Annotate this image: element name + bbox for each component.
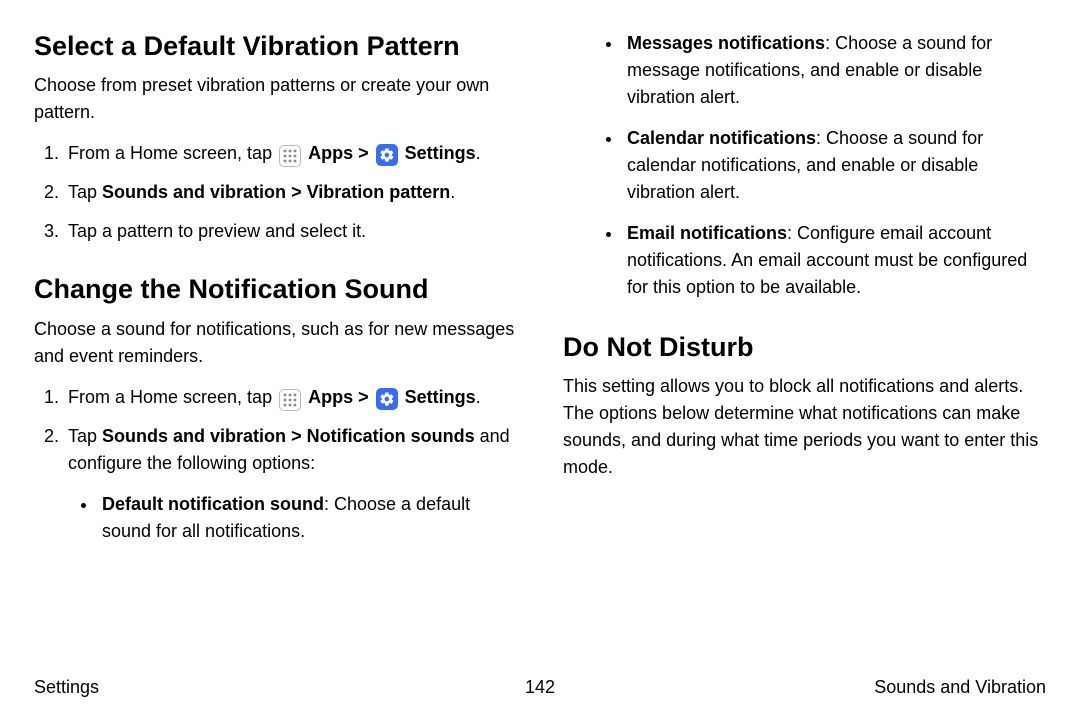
section-notification-sound: Change the Notification Sound Choose a s…	[34, 273, 517, 544]
apps-icon	[279, 389, 301, 411]
option-name: Calendar notifications	[627, 128, 816, 148]
apps-label: Apps	[308, 143, 353, 163]
page-footer: Settings 142 Sounds and Vibration	[34, 677, 1046, 698]
step-3: Tap a pattern to preview and select it.	[64, 218, 517, 245]
path-part: Sounds and vibration	[102, 426, 286, 446]
list-item: Email notifications: Configure email acc…	[623, 220, 1046, 301]
heading-vibration-pattern: Select a Default Vibration Pattern	[34, 30, 517, 62]
option-name: Email notifications	[627, 223, 787, 243]
path-part: Notification sounds	[307, 426, 475, 446]
list-item: Default notification sound: Choose a def…	[98, 491, 517, 545]
steps-vibration-pattern: From a Home screen, tap Apps > Settings.	[34, 140, 517, 245]
option-name: Messages notifications	[627, 33, 825, 53]
left-column: Select a Default Vibration Pattern Choos…	[34, 30, 517, 650]
settings-label: Settings	[405, 387, 476, 407]
period: .	[476, 387, 481, 407]
settings-label: Settings	[405, 143, 476, 163]
options-list-continued: Messages notifications: Choose a sound f…	[563, 30, 1046, 301]
intro-notification-sound: Choose a sound for notifications, such a…	[34, 316, 517, 370]
steps-notification-sound: From a Home screen, tap Apps > Settings.	[34, 384, 517, 545]
chevron: >	[291, 426, 302, 446]
list-item: Messages notifications: Choose a sound f…	[623, 30, 1046, 111]
heading-do-not-disturb: Do Not Disturb	[563, 331, 1046, 363]
step-1: From a Home screen, tap Apps > Settings.	[64, 140, 517, 167]
chevron: >	[291, 182, 302, 202]
apps-label: Apps	[308, 387, 353, 407]
apps-icon	[279, 145, 301, 167]
step-text: From a Home screen, tap	[68, 143, 277, 163]
step-2: Tap Sounds and vibration > Notification …	[64, 423, 517, 545]
step-text: From a Home screen, tap	[68, 387, 277, 407]
footer-right: Sounds and Vibration	[874, 677, 1046, 698]
section-vibration-pattern: Select a Default Vibration Pattern Choos…	[34, 30, 517, 245]
step-1: From a Home screen, tap Apps > Settings.	[64, 384, 517, 411]
page-number: 142	[525, 677, 555, 698]
intro-do-not-disturb: This setting allows you to block all not…	[563, 373, 1046, 481]
chevron: >	[358, 387, 369, 407]
chevron: >	[358, 143, 369, 163]
period: .	[450, 182, 455, 202]
settings-icon	[376, 388, 398, 410]
intro-vibration-pattern: Choose from preset vibration patterns or…	[34, 72, 517, 126]
section-do-not-disturb: Do Not Disturb This setting allows you t…	[563, 331, 1046, 481]
options-list: Default notification sound: Choose a def…	[68, 491, 517, 545]
step-text: Tap	[68, 182, 102, 202]
path-part: Vibration pattern	[307, 182, 451, 202]
heading-notification-sound: Change the Notification Sound	[34, 273, 517, 305]
right-column: Messages notifications: Choose a sound f…	[563, 30, 1046, 650]
settings-icon	[376, 144, 398, 166]
footer-left: Settings	[34, 677, 99, 698]
path-part: Sounds and vibration	[102, 182, 286, 202]
period: .	[476, 143, 481, 163]
content-columns: Select a Default Vibration Pattern Choos…	[34, 30, 1046, 650]
list-item: Calendar notifications: Choose a sound f…	[623, 125, 1046, 206]
step-2: Tap Sounds and vibration > Vibration pat…	[64, 179, 517, 206]
option-name: Default notification sound	[102, 494, 324, 514]
step-text: Tap	[68, 426, 102, 446]
